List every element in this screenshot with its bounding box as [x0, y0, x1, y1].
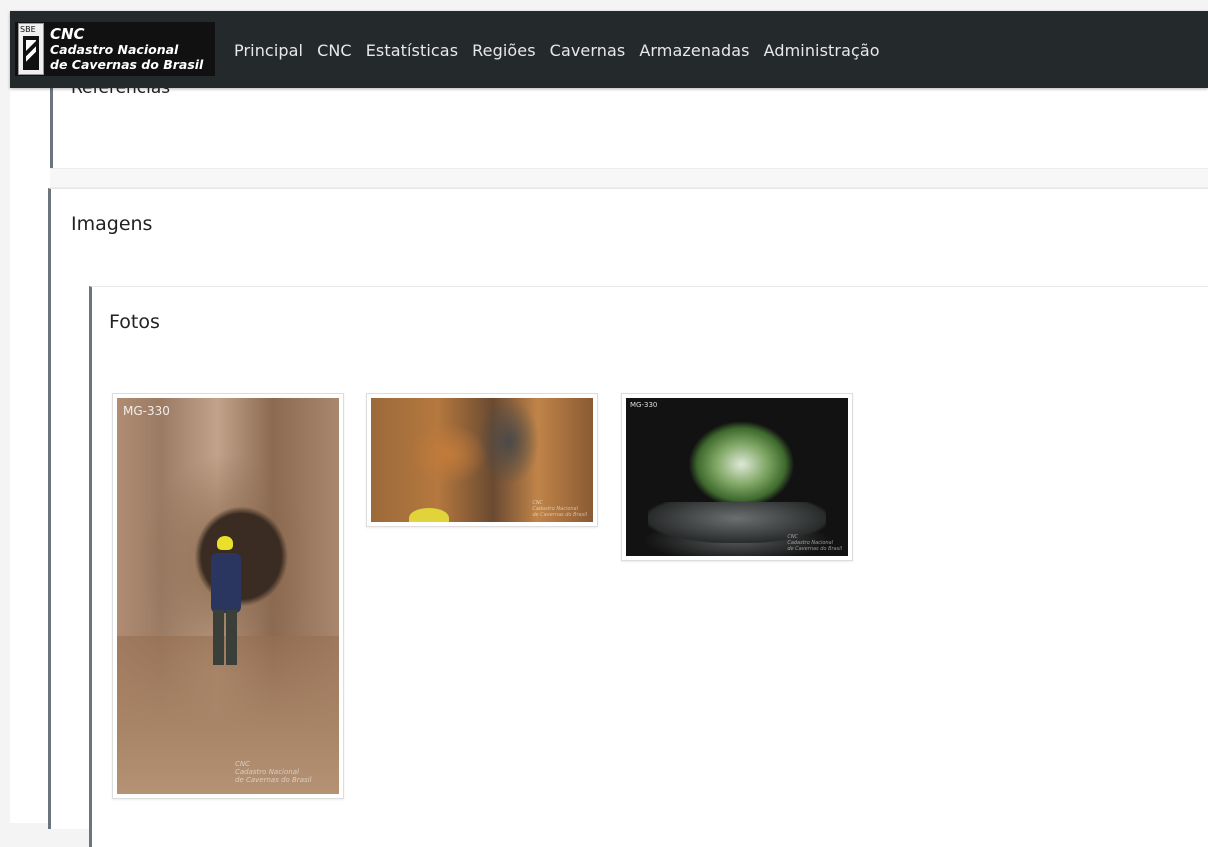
nav-item-regioes[interactable]: Regiões [472, 41, 536, 60]
photo-label: MG-330 [123, 404, 170, 418]
cave-photo-image: CNC Cadastro Nacional de Cavernas do Bra… [371, 398, 593, 522]
nav-item-cnc[interactable]: CNC [317, 41, 352, 60]
brand-logo-link[interactable]: SBE CNC Cadastro Nacional de Cavernas do… [15, 22, 215, 76]
cave-photo-image: MG-330 CNC Cadastro Nacional de Cavernas… [117, 398, 339, 794]
sbe-logo-text: SBE [20, 25, 36, 34]
nav-menu: Principal CNC Estatísticas Regiões Caver… [234, 41, 880, 60]
nav-item-administracao[interactable]: Administração [764, 41, 880, 60]
cave-photo-image: MG-330 CNC Cadastro Nacional de Cavernas… [626, 398, 848, 556]
fotos-title: Fotos [109, 311, 160, 333]
nav-item-cavernas[interactable]: Cavernas [550, 41, 626, 60]
page-content: Referências Imagens Fotos MG-330 CNC Cad… [10, 78, 1208, 847]
section-divider [50, 168, 1208, 188]
photo-label: MG-330 [630, 401, 658, 409]
fotos-card: Fotos MG-330 CNC Cadastro Nacional de Ca… [89, 286, 1208, 847]
imagens-card: Imagens Fotos MG-330 CNC Cadastro Nacion… [48, 188, 1208, 847]
nav-item-estatisticas[interactable]: Estatísticas [366, 41, 458, 60]
brand-subtitle-line2: de Cavernas do Brasil [50, 56, 204, 72]
sbe-logo-icon: SBE [18, 23, 44, 75]
photo-watermark: CNC Cadastro Nacional de Cavernas do Bra… [532, 500, 587, 518]
photo-watermark: CNC Cadastro Nacional de Cavernas do Bra… [235, 760, 312, 784]
photo-thumbnail[interactable]: CNC Cadastro Nacional de Cavernas do Bra… [366, 393, 598, 527]
brand-title: CNC [50, 24, 85, 43]
photo-thumbnail[interactable]: MG-330 CNC Cadastro Nacional de Cavernas… [621, 393, 853, 561]
brand-text: CNC Cadastro Nacional de Cavernas do Bra… [50, 24, 204, 72]
imagens-title: Imagens [71, 213, 153, 235]
photo-watermark: CNC Cadastro Nacional de Cavernas do Bra… [787, 534, 842, 552]
brand-subtitle-line1: Cadastro Nacional [50, 41, 179, 57]
photo-thumbnail[interactable]: MG-330 CNC Cadastro Nacional de Cavernas… [112, 393, 344, 799]
nav-item-armazenadas[interactable]: Armazenadas [639, 41, 749, 60]
nav-item-principal[interactable]: Principal [234, 41, 303, 60]
top-navbar: SBE CNC Cadastro Nacional de Cavernas do… [10, 11, 1208, 88]
references-card: Referências [50, 78, 1208, 168]
